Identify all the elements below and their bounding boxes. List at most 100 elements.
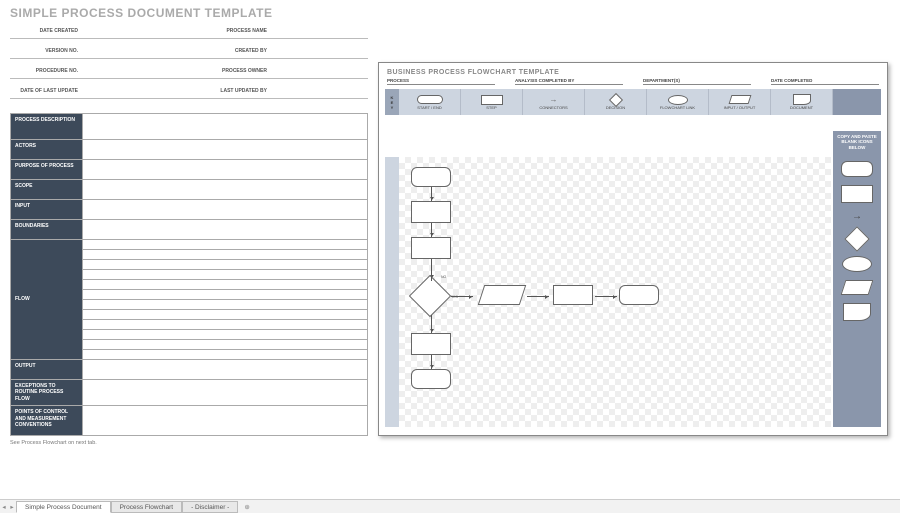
- field-flow-line[interactable]: [83, 239, 368, 249]
- shape-end[interactable]: [411, 369, 451, 389]
- field-flow-line[interactable]: [83, 339, 368, 349]
- field-control[interactable]: [83, 406, 368, 436]
- field-flow-line[interactable]: [83, 319, 368, 329]
- field-flow-line[interactable]: [83, 299, 368, 309]
- panel-field-date[interactable]: DATE COMPLETED: [771, 78, 879, 85]
- tab-process-flowchart[interactable]: Process Flowchart: [111, 501, 182, 513]
- shape-step[interactable]: [411, 201, 451, 223]
- row-label-actors: ACTORS: [11, 139, 83, 159]
- meta-label: LAST UPDATED BY: [179, 84, 269, 98]
- decision-no-label: NO: [441, 275, 446, 279]
- field-flow-line[interactable]: [83, 349, 368, 359]
- panel-field-process[interactable]: PROCESS: [387, 78, 495, 85]
- field-output[interactable]: [83, 359, 368, 379]
- meta-value[interactable]: [80, 24, 179, 38]
- shape-decision[interactable]: [409, 275, 451, 317]
- field-scope[interactable]: [83, 179, 368, 199]
- meta-value[interactable]: [80, 84, 179, 98]
- panel-title: BUSINESS PROCESS FLOWCHART TEMPLATE: [379, 63, 887, 78]
- page-title: SIMPLE PROCESS DOCUMENT TEMPLATE: [10, 6, 368, 20]
- field-description[interactable]: [83, 113, 368, 139]
- connector-arrow: [527, 296, 549, 297]
- connector-arrow: [451, 296, 473, 297]
- connector-line: [431, 275, 432, 281]
- field-flow-line[interactable]: [83, 329, 368, 339]
- palette-connector-icon[interactable]: →: [852, 211, 862, 222]
- meta-label: CREATED BY: [179, 44, 269, 58]
- field-flow-line[interactable]: [83, 279, 368, 289]
- metadata-table: DATE CREATED PROCESS NAME VERSION NO. CREA…: [10, 24, 368, 99]
- key-connectors: →CONNECTORS: [523, 89, 585, 115]
- row-label-scope: SCOPE: [11, 179, 83, 199]
- connector-arrow: [431, 315, 432, 333]
- meta-label: VERSION NO.: [10, 44, 80, 58]
- shape-step[interactable]: [553, 285, 593, 305]
- meta-label: PROCESS OWNER: [179, 64, 269, 78]
- tab-nav-next[interactable]: ▸: [8, 503, 16, 511]
- tab-nav-prev[interactable]: ◂: [0, 503, 8, 511]
- flowchart-canvas[interactable]: NO YES: [399, 157, 831, 427]
- field-actors[interactable]: [83, 139, 368, 159]
- field-boundaries[interactable]: [83, 219, 368, 239]
- icon-palette: →: [833, 157, 881, 427]
- shape-step[interactable]: [411, 333, 451, 355]
- sheet-tabs: ◂ ▸ Simple Process Document Process Flow…: [0, 499, 900, 513]
- field-purpose[interactable]: [83, 159, 368, 179]
- meta-label: PROCEDURE NO.: [10, 64, 80, 78]
- field-flow-line[interactable]: [83, 249, 368, 259]
- key-sidebar: [385, 157, 399, 427]
- row-label-purpose: PURPOSE OF PROCESS: [11, 159, 83, 179]
- palette-diamond-icon[interactable]: [844, 226, 869, 251]
- panel-field-departments[interactable]: DEPARTMENT(S): [643, 78, 751, 85]
- palette-document-icon[interactable]: [843, 303, 871, 321]
- row-label-output: OUTPUT: [11, 359, 83, 379]
- palette-parallelogram-icon[interactable]: [841, 280, 874, 295]
- connector-arrow: [595, 296, 617, 297]
- tab-disclaimer[interactable]: - Disclaimer -: [182, 501, 238, 513]
- process-form: PROCESS DESCRIPTION ACTORS PURPOSE OF PR…: [10, 113, 368, 437]
- key-document: DOCUMENT: [771, 89, 833, 115]
- field-input[interactable]: [83, 199, 368, 219]
- meta-value[interactable]: [80, 64, 179, 78]
- row-label-boundaries: BOUNDARIES: [11, 219, 83, 239]
- meta-value[interactable]: [269, 24, 368, 38]
- meta-label: DATE OF LAST UPDATE: [10, 84, 80, 98]
- shape-io[interactable]: [478, 285, 526, 305]
- connector-arrow: [431, 223, 432, 237]
- key-start-end: START / END: [399, 89, 461, 115]
- connector-arrow: [431, 187, 432, 201]
- row-label-input: INPUT: [11, 199, 83, 219]
- palette-ellipse-icon[interactable]: [842, 256, 872, 272]
- flowchart-panel: BUSINESS PROCESS FLOWCHART TEMPLATE PROC…: [378, 62, 888, 436]
- field-flow-line[interactable]: [83, 259, 368, 269]
- panel-field-analysis-by[interactable]: ANALYSIS COMPLETED BY: [515, 78, 623, 85]
- row-label-description: PROCESS DESCRIPTION: [11, 113, 83, 139]
- key-label: KEY: [385, 89, 399, 115]
- meta-value[interactable]: [80, 44, 179, 58]
- palette-rounded-rect-icon[interactable]: [841, 161, 873, 177]
- field-flow-line[interactable]: [83, 309, 368, 319]
- field-flow-line[interactable]: [83, 269, 368, 279]
- footer-note: See Process Flowchart on next tab.: [10, 440, 368, 446]
- meta-value[interactable]: [269, 84, 368, 98]
- add-tab-button[interactable]: ⊕: [238, 503, 255, 511]
- key-decision: DECISION: [585, 89, 647, 115]
- field-exceptions[interactable]: [83, 379, 368, 406]
- palette-rect-icon[interactable]: [841, 185, 873, 203]
- key-step: STEP: [461, 89, 523, 115]
- copy-icons-header: COPY AND PASTE BLANK ICONS BELOW: [833, 131, 881, 157]
- key-flowchart-link: FLOWCHART LINK: [647, 89, 709, 115]
- meta-value[interactable]: [269, 64, 368, 78]
- meta-label: PROCESS NAME: [179, 24, 269, 38]
- row-label-exceptions: EXCEPTIONS TO ROUTINE PROCESS FLOW: [11, 379, 83, 406]
- row-label-control: POINTS OF CONTROL AND MEASUREMENT CONVEN…: [11, 406, 83, 436]
- meta-label: DATE CREATED: [10, 24, 80, 38]
- key-input-output: INPUT / OUTPUT: [709, 89, 771, 115]
- tab-simple-process[interactable]: Simple Process Document: [16, 501, 111, 513]
- shape-step[interactable]: [411, 237, 451, 259]
- shape-step[interactable]: [619, 285, 659, 305]
- shape-start[interactable]: [411, 167, 451, 187]
- field-flow-line[interactable]: [83, 289, 368, 299]
- connector-arrow: [431, 355, 432, 369]
- meta-value[interactable]: [269, 44, 368, 58]
